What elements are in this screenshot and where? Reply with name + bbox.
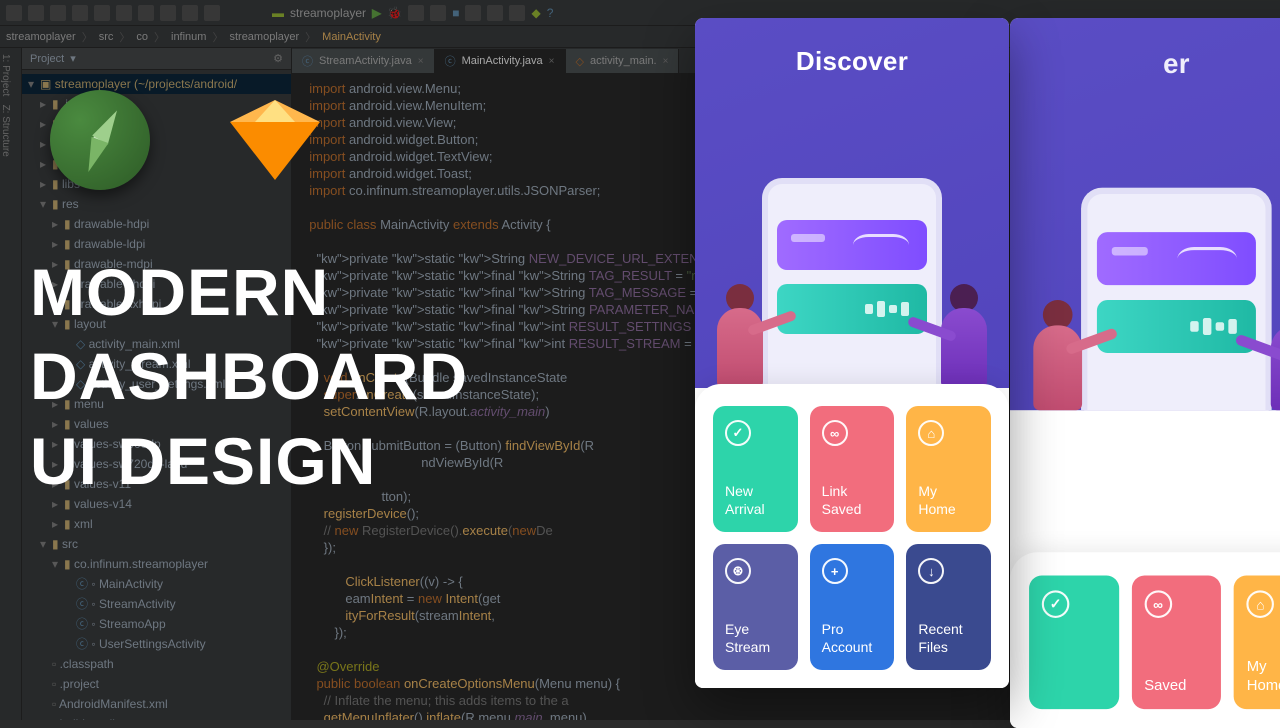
- tile-label: EyeStream: [725, 621, 786, 656]
- dashboard-tile[interactable]: ⊛ EyeStream: [713, 544, 798, 670]
- discover-title: er: [1010, 18, 1280, 81]
- save-icon[interactable]: [28, 5, 44, 21]
- dashboard-tile[interactable]: ↓ RecentFiles: [906, 544, 991, 670]
- tree-node[interactable]: ⓒ ◦ UserSettingsActivity: [22, 634, 291, 654]
- person-left-icon: [705, 284, 775, 388]
- tile-icon: ∞: [822, 420, 848, 446]
- purple-card-icon: [777, 220, 927, 270]
- tile-label: LinkSaved: [822, 483, 883, 518]
- back-icon[interactable]: [182, 5, 198, 21]
- profile-icon[interactable]: [408, 5, 424, 21]
- close-tab-icon[interactable]: ×: [418, 56, 424, 67]
- hero-section: Discover: [695, 18, 1009, 388]
- project-panel-title: Project: [30, 53, 64, 65]
- tree-node[interactable]: ▸▮ drawable-hdpi: [22, 214, 291, 234]
- tile-label: RecentFiles: [918, 621, 979, 656]
- cut-icon[interactable]: [94, 5, 110, 21]
- breadcrumb-item[interactable]: infinum: [171, 31, 206, 43]
- open-icon[interactable]: [6, 5, 22, 21]
- breadcrumb-item[interactable]: src: [99, 31, 114, 43]
- tree-node[interactable]: ▫ .project: [22, 674, 291, 694]
- breadcrumb-item[interactable]: streamoplayer: [6, 31, 76, 43]
- left-tool-strip[interactable]: 1: Project Z: Structure: [0, 48, 22, 720]
- tile-label: Saved: [1144, 676, 1208, 695]
- tile-icon: ↓: [918, 558, 944, 584]
- tree-node[interactable]: ▾▮ src: [22, 534, 291, 554]
- tree-node[interactable]: ⓒ ◦ StreamActivity: [22, 594, 291, 614]
- tile-icon: ⌂: [1247, 590, 1275, 618]
- forward-icon[interactable]: [204, 5, 220, 21]
- tree-node[interactable]: ⓒ ◦ MainActivity: [22, 574, 291, 594]
- undo-icon[interactable]: [50, 5, 66, 21]
- tool-logos: [50, 90, 320, 190]
- avd-icon[interactable]: [465, 5, 481, 21]
- stop-icon[interactable]: ■: [452, 6, 459, 20]
- dashboard-tile[interactable]: ∞ Saved: [1132, 576, 1222, 710]
- tile-icon: ⌂: [918, 420, 944, 446]
- device-outline-icon: [762, 178, 942, 388]
- discover-title: Discover: [695, 18, 1009, 77]
- tree-node[interactable]: ▫ build.gradle: [22, 714, 291, 720]
- sketch-logo-icon: [230, 100, 320, 180]
- headline-line: Modern: [30, 250, 468, 334]
- phone-mockup: Discover ✓ NewArrival ∞ LinkSaved ⌂ MyHome ⊛ Ey…: [695, 18, 1009, 688]
- headline-line: Dashboard: [30, 334, 468, 418]
- redo-icon[interactable]: [72, 5, 88, 21]
- tree-node[interactable]: ▫ AndroidManifest.xml: [22, 694, 291, 714]
- editor-tab[interactable]: ◇ activity_main. ×: [566, 49, 680, 73]
- breadcrumb-item[interactable]: MainActivity: [322, 31, 381, 43]
- dashboard-grid: ✓ NewArrival ∞ LinkSaved ⌂ MyHome ⊛ EyeStream + P…: [695, 384, 1009, 688]
- tree-node[interactable]: ▸▮ xml: [22, 514, 291, 534]
- dashboard-tile[interactable]: ∞ LinkSaved: [810, 406, 895, 532]
- dashboard-tile[interactable]: ⌂ MyHome: [1234, 576, 1280, 710]
- project-panel-header: Project ▾ ⚙: [22, 48, 291, 70]
- hero-illustration: [695, 118, 1009, 388]
- sync-icon[interactable]: [509, 5, 525, 21]
- gear-icon[interactable]: ⚙: [273, 52, 283, 65]
- find-icon[interactable]: [160, 5, 176, 21]
- headline-line: UI Design: [30, 419, 468, 503]
- attach-icon[interactable]: [430, 5, 446, 21]
- android-robot-icon[interactable]: ◆: [531, 6, 540, 20]
- tile-label: ProAccount: [822, 621, 883, 656]
- dashboard-tile[interactable]: + ProAccount: [810, 544, 895, 670]
- help-icon[interactable]: ?: [547, 6, 554, 20]
- tile-label: MyHome: [1247, 657, 1280, 694]
- close-tab-icon[interactable]: ×: [663, 56, 669, 67]
- teal-card-icon: [777, 284, 927, 334]
- tile-icon: +: [822, 558, 848, 584]
- tile-icon: ∞: [1144, 590, 1172, 618]
- dashboard-tile[interactable]: ⌂ MyHome: [906, 406, 991, 532]
- tile-label: MyHome: [918, 483, 979, 518]
- tree-node[interactable]: ▫ .classpath: [22, 654, 291, 674]
- run-icon[interactable]: ▶: [372, 6, 381, 20]
- paste-icon[interactable]: [138, 5, 154, 21]
- editor-tab[interactable]: ⓒ MainActivity.java ×: [435, 49, 566, 73]
- person-right-icon: [929, 284, 999, 388]
- breadcrumb-item[interactable]: streamoplayer: [229, 31, 299, 43]
- run-config-selector[interactable]: streamoplayer: [290, 6, 366, 20]
- android-studio-logo-icon: [50, 90, 150, 190]
- dashboard-tile[interactable]: ✓: [1029, 576, 1119, 710]
- tile-icon: ✓: [725, 420, 751, 446]
- tree-node[interactable]: ▾▮ res: [22, 194, 291, 214]
- tile-icon: ✓: [1042, 590, 1070, 618]
- headline: Modern Dashboard UI Design: [30, 250, 468, 503]
- tree-node[interactable]: ⓒ ◦ StreamoApp: [22, 614, 291, 634]
- tile-icon: ⊛: [725, 558, 751, 584]
- editor-tab[interactable]: ⓒ StreamActivity.java ×: [292, 49, 435, 73]
- debug-android-icon[interactable]: 🐞: [387, 6, 402, 20]
- android-icon: ▬: [272, 6, 284, 20]
- dashboard-tile[interactable]: ✓ NewArrival: [713, 406, 798, 532]
- dropdown-icon[interactable]: ▾: [70, 52, 76, 65]
- tree-node[interactable]: ▾▮ co.infinum.streamoplayer: [22, 554, 291, 574]
- tile-label: NewArrival: [725, 483, 786, 518]
- copy-icon[interactable]: [116, 5, 132, 21]
- phone-mockup-ghost: er ✓ ∞ Saved ⌂ MyHome: [1010, 18, 1280, 728]
- close-tab-icon[interactable]: ×: [549, 56, 555, 67]
- sdk-icon[interactable]: [487, 5, 503, 21]
- breadcrumb-item[interactable]: co: [136, 31, 148, 43]
